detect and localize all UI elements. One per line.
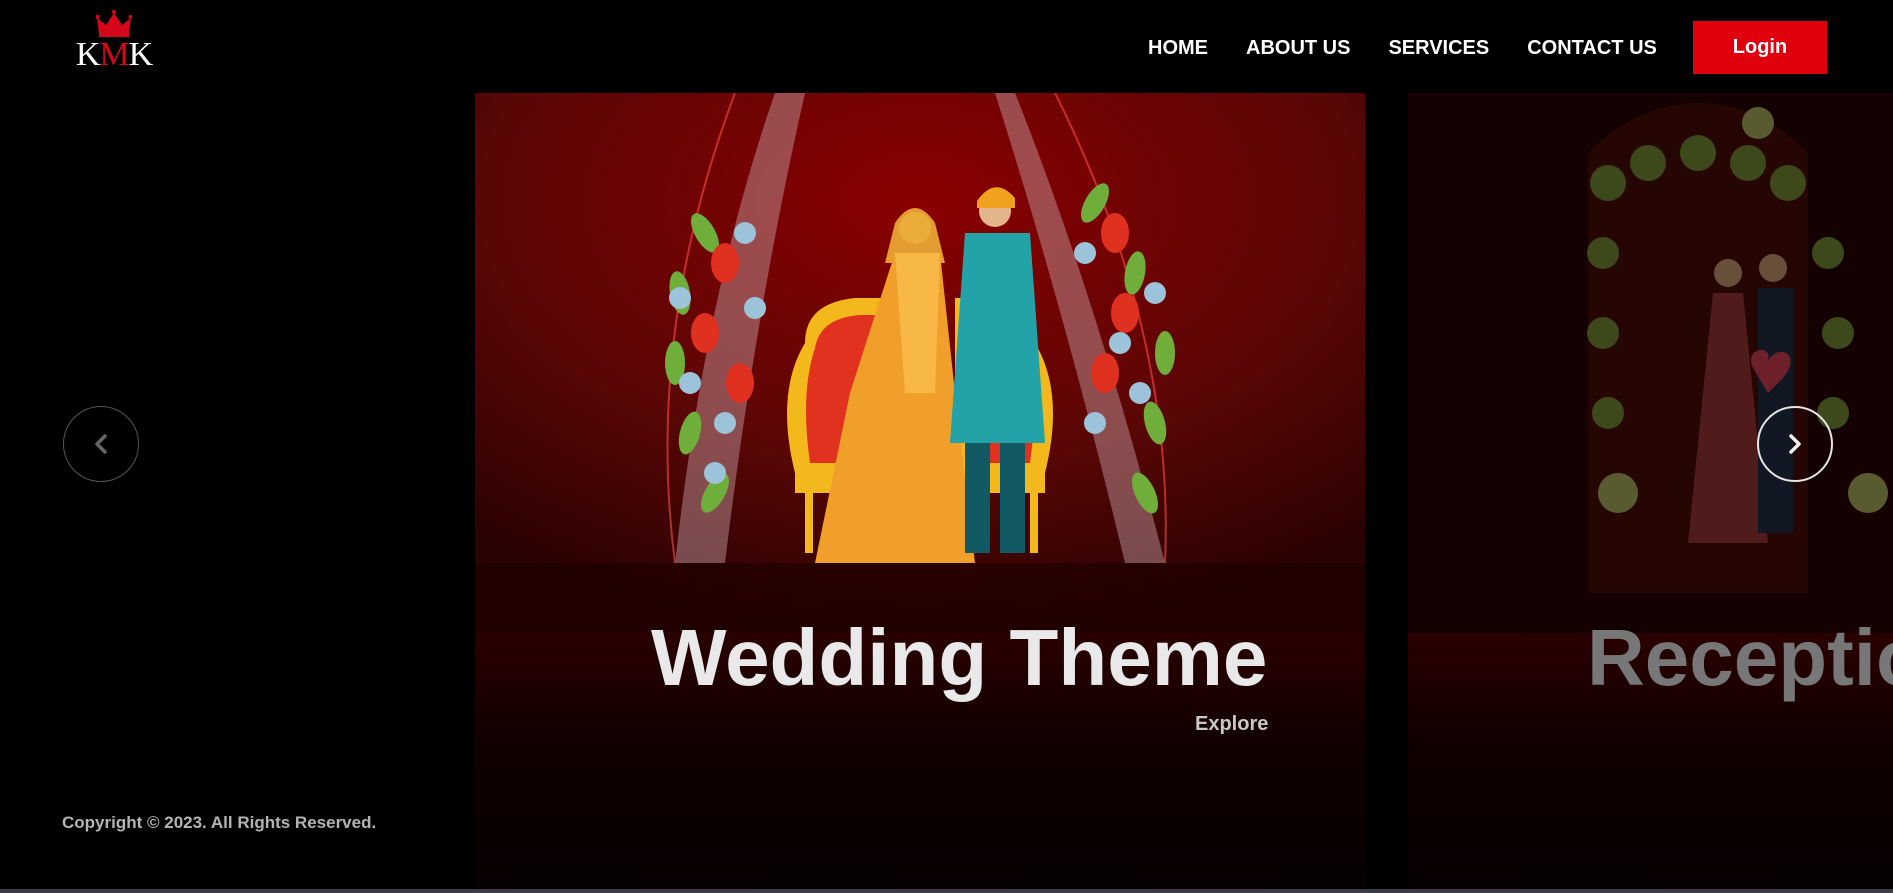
login-button[interactable]: Login (1693, 21, 1827, 74)
nav-contact-us[interactable]: CONTACT US (1527, 37, 1657, 60)
copyright-text: Copyright © 2023. All Rights Reserved. (62, 813, 377, 832)
main-nav: HOME ABOUT US SERVICES CONTACT US (1148, 37, 1657, 60)
carousel-next-button[interactable] (1757, 406, 1833, 482)
logo-letter-m: M (99, 36, 129, 73)
reception-illustration (1408, 93, 1893, 633)
carousel-prev-button[interactable] (63, 406, 139, 482)
carousel-slide-reception[interactable] (1408, 93, 1893, 893)
nav-about-us[interactable]: ABOUT US (1246, 37, 1350, 60)
carousel-slide-wedding[interactable] (475, 93, 1365, 893)
nav-services[interactable]: SERVICES (1388, 37, 1489, 60)
slide-title-wedding: Wedding Theme (651, 613, 1268, 702)
chevron-right-icon (1789, 434, 1801, 454)
logo-letter-k2: K (128, 36, 154, 73)
slide-title-reception: Receptio (1587, 613, 1893, 702)
logo-text: KMK (66, 36, 162, 74)
nav-home[interactable]: HOME (1148, 37, 1208, 60)
crown-icon (96, 10, 132, 37)
chevron-left-icon (95, 434, 107, 454)
bottom-divider (0, 889, 1893, 893)
wedding-illustration (475, 93, 1365, 633)
logo[interactable]: KMK (66, 10, 162, 76)
logo-letter-k: K (75, 36, 101, 73)
explore-link[interactable]: Explore (1195, 713, 1268, 736)
